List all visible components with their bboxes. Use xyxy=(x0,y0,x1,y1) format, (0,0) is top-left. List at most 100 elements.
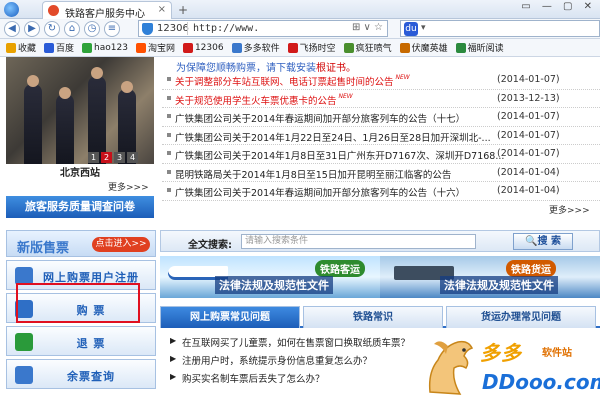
news-title[interactable]: 广铁集团公司关于2014年春运期间加开部分旅客列车的公告（十七） xyxy=(175,111,465,125)
horse-logo-icon xyxy=(428,340,474,395)
search-engine-box[interactable]: du ▾ xyxy=(400,20,600,37)
news-title[interactable]: 关于规范使用学生火车票优惠卡的公告 NEW xyxy=(175,93,353,107)
bookmark-item[interactable]: 百度 xyxy=(44,41,74,54)
bullet-icon xyxy=(167,151,171,155)
news-more-link[interactable]: 更多>>> xyxy=(549,203,590,216)
station-photo[interactable] xyxy=(6,57,154,164)
bookmark-label: 淘宝网 xyxy=(147,44,175,54)
forward-icon[interactable]: ▶ xyxy=(24,21,40,37)
bookmarks-bar: 收藏 百度 hao123 淘宝网 12306 多多软件 飞扬时空 疯狂喷气 伏魔英雄 福昕阅读 xyxy=(0,39,600,57)
bullet-arrow-icon: ▶ xyxy=(170,354,177,363)
site-label: 12306 xyxy=(157,23,189,34)
faq-list: ▶ 在互联网买了儿童票，如何在售票窗口换取纸质车票？ ▶ 注册用户时，系统提示身份信… xyxy=(160,332,460,386)
watermark-domain: DDooo.com xyxy=(482,370,600,394)
photo-more-link[interactable]: 更多>>> xyxy=(108,180,149,193)
new-badge: NEW xyxy=(395,74,410,81)
news-row[interactable]: 广铁集团公司关于2014年1月8日至31日广州东开D7167次、深圳开D7168… xyxy=(162,145,600,164)
news-title[interactable]: 关于调整部分车站互联网、电话订票起售时间的公告 NEW xyxy=(175,74,410,88)
tab-online-ticket-faq[interactable]: 网上购票常见问题 xyxy=(160,306,300,328)
news-row[interactable]: 广铁集团公司关于2014年1月22日至24日、1月26日至28日加开深圳北-..… xyxy=(162,127,600,145)
news-title[interactable]: 昆明铁路局关于2014年1月8日至15日加开昆明至丽江临客的公告 xyxy=(175,167,451,181)
list-item[interactable]: ▶ 在互联网买了儿童票，如何在售票窗口换取纸质车票？ xyxy=(160,332,460,350)
url-text: http://www. xyxy=(193,23,260,34)
photo-pager[interactable]: 1 2 3 4 xyxy=(88,152,138,163)
page-content: 1 2 3 4 北京西站 更多>>> 旅客服务质量调查问卷 为保障您顺畅购票，请… xyxy=(0,57,600,407)
home-icon[interactable]: ⌂ xyxy=(64,21,80,37)
tab-railway-knowledge[interactable]: 铁路常识 xyxy=(303,306,443,328)
bookmark-label: 疯狂喷气 xyxy=(355,44,392,54)
news-row[interactable]: 关于规范使用学生火车票优惠卡的公告 NEW (2013-12-13) xyxy=(162,90,600,108)
search-button[interactable]: 🔍搜 索 xyxy=(513,233,573,250)
bookmark-label: 福昕阅读 xyxy=(467,44,504,54)
faq-question[interactable]: 在互联网买了儿童票，如何在售票窗口换取纸质车票？ xyxy=(182,335,410,349)
news-title-text: 昆明铁路局关于2014年1月8日至15日加开昆明至丽江临客的公告 xyxy=(175,169,452,181)
news-row[interactable]: 广铁集团公司关于2014年春运期间加开部分旅客列车的公告（十七） (2014-01… xyxy=(162,108,600,127)
news-row[interactable]: 广铁集团公司关于2014年春运期间加开部分旅客列车的公告（十六） (2014-01… xyxy=(162,182,600,201)
bookmark-item[interactable]: 疯狂喷气 xyxy=(343,41,392,54)
faq-question[interactable]: 注册用户时，系统提示身份信息重复怎么办？ xyxy=(182,353,372,367)
ticket-menu-item[interactable]: 余票查询 xyxy=(6,359,156,389)
photo-page[interactable]: 1 xyxy=(88,152,99,163)
bookmark-item[interactable]: 伏魔英雄 xyxy=(399,41,448,54)
history-icon[interactable]: ◷ xyxy=(84,21,100,37)
bookmark-icon xyxy=(455,42,466,53)
search-input[interactable]: 请输入搜索条件 xyxy=(241,234,476,249)
news-row[interactable]: 关于调整部分车站互联网、电话订票起售时间的公告 NEW (2014-01-07) xyxy=(162,71,600,90)
bookmark-label: 百度 xyxy=(56,44,75,54)
photo-page[interactable]: 3 xyxy=(114,152,125,163)
news-date: (2014-01-07) xyxy=(497,111,560,122)
photo-page[interactable]: 2 xyxy=(101,152,112,163)
news-title[interactable]: 广铁集团公司关于2014年1月22日至24日、1月26日至28日加开深圳北-..… xyxy=(175,130,491,144)
news-row[interactable]: 昆明铁路局关于2014年1月8日至15日加开昆明至丽江临客的公告 (2014-01… xyxy=(162,164,600,182)
bookmark-item[interactable]: 淘宝网 xyxy=(135,41,175,54)
news-date: (2014-01-04) xyxy=(497,166,560,178)
browser-logo-icon[interactable] xyxy=(4,2,19,17)
url-divider xyxy=(187,22,188,35)
url-field[interactable]: 12306 http://www. ⊞ ∨ ☆ xyxy=(138,20,388,37)
bookmark-label: 12306 xyxy=(194,42,224,53)
bookmark-item[interactable]: 飞扬时空 xyxy=(287,41,336,54)
new-tab-icon[interactable]: + xyxy=(178,3,188,17)
chevron-down-icon[interactable]: ▾ xyxy=(421,23,426,33)
menu-icon[interactable]: ≡ xyxy=(104,21,120,37)
bullet-icon xyxy=(167,188,171,192)
back-icon[interactable]: ◀ xyxy=(4,21,20,37)
bullet-icon xyxy=(167,95,171,100)
bookmark-item[interactable]: 福昕阅读 xyxy=(455,41,504,54)
url-dropdown-icon[interactable]: ⊞ ∨ ☆ xyxy=(352,22,383,33)
refresh-icon[interactable]: ↻ xyxy=(44,21,60,37)
news-title-text: 关于调整部分车站互联网、电话订票起售时间的公告 xyxy=(175,77,394,88)
bullet-arrow-icon: ▶ xyxy=(170,336,177,345)
survey-banner[interactable]: 旅客服务质量调查问卷 xyxy=(6,196,154,218)
bookmark-item[interactable]: 收藏 xyxy=(6,41,36,54)
tab-favicon-icon xyxy=(48,5,59,16)
bookmark-icon xyxy=(231,42,242,53)
banner-tag: 铁路客运 xyxy=(315,260,365,277)
faq-question[interactable]: 购买实名制车票后丢失了怎么办？ xyxy=(182,371,325,385)
freight-law-banner[interactable]: 铁路货运 法律法规及规范性文件 xyxy=(380,256,600,298)
list-item[interactable]: ▶ 注册用户时，系统提示身份信息重复怎么办？ xyxy=(160,350,460,368)
ticket-menu-item[interactable]: 退 票 xyxy=(6,326,156,356)
news-date: (2014-01-07) xyxy=(497,148,560,159)
faq-tabs: 网上购票常见问题 铁路常识 货运办理常见问题 xyxy=(160,306,600,328)
search-label: 全文搜索: xyxy=(188,240,232,251)
news-title-text: 广铁集团公司关于2014年春运期间加开部分旅客列车的公告（十七） xyxy=(175,114,466,125)
news-title[interactable]: 广铁集团公司关于2014年1月8日至31日广州东开D7167次、深圳开D7168… xyxy=(175,148,504,162)
window-controls[interactable]: ▭ — ▢ ✕ xyxy=(521,1,596,12)
tab-close-icon[interactable]: × xyxy=(158,4,166,15)
search-button-label: 搜 索 xyxy=(537,236,561,247)
news-date: (2013-12-13) xyxy=(497,92,560,104)
bookmark-item[interactable]: 多多软件 xyxy=(231,41,280,54)
news-title[interactable]: 广铁集团公司关于2014年春运期间加开部分旅客列车的公告（十六） xyxy=(175,185,465,199)
ticket-menu-label: 余票查询 xyxy=(67,370,115,383)
browser-tab[interactable]: 铁路客户服务中心 × xyxy=(42,1,172,20)
list-item[interactable]: ▶ 购买实名制车票后丢失了怎么办？ xyxy=(160,368,460,386)
enter-ticket-button[interactable]: 点击进入>> xyxy=(92,237,150,252)
passenger-law-banner[interactable]: 铁路客运 法律法规及规范性文件 xyxy=(160,256,380,298)
photo-page[interactable]: 4 xyxy=(127,152,138,163)
bookmark-item[interactable]: 12306 xyxy=(182,42,224,53)
bookmark-icon xyxy=(82,42,93,53)
tab-freight-faq[interactable]: 货运办理常见问题 xyxy=(446,306,596,328)
bookmark-item[interactable]: hao123 xyxy=(82,42,128,53)
bookmark-icon xyxy=(399,42,410,53)
